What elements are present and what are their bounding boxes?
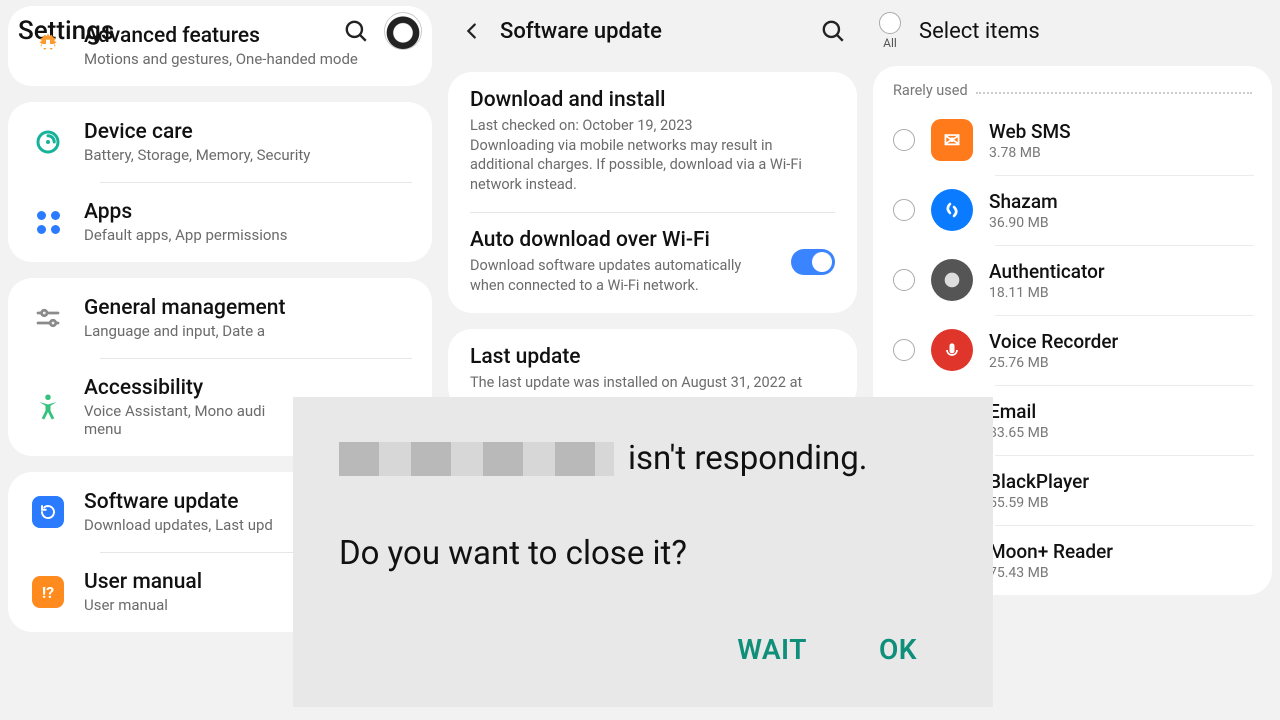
auto-download-toggle[interactable] (791, 249, 835, 275)
app-row[interactable]: Shazam 36.90 MB (877, 175, 1268, 245)
app-name: BlackPlayer (989, 470, 1252, 493)
apps-icon (30, 204, 66, 240)
app-size: 25.76 MB (989, 355, 1252, 371)
app-icon (931, 259, 973, 301)
row-sub: Motions and gestures, One-handed mode (84, 50, 410, 68)
gear-plus-icon (30, 28, 66, 64)
accessibility-icon (30, 389, 66, 425)
update-icon (30, 494, 66, 530)
app-not-responding-dialog: isn't responding. Do you want to close i… (293, 397, 993, 707)
select-checkbox[interactable] (893, 199, 915, 221)
app-name: Email (989, 400, 1252, 423)
manual-icon: !? (30, 574, 66, 610)
app-name: Shazam (989, 190, 1252, 213)
settings-item-apps[interactable]: Apps Default apps, App permissions (8, 182, 432, 262)
sliders-icon (30, 300, 66, 336)
select-checkbox[interactable] (893, 339, 915, 361)
app-size: 3.78 MB (989, 145, 1252, 161)
settings-item-general-management[interactable]: General management Language and input, D… (8, 278, 432, 358)
app-icon: ✉ (931, 119, 973, 161)
app-name: Authenticator (989, 260, 1252, 283)
select-items-header: All Select items (865, 0, 1280, 62)
auto-download-item[interactable]: Auto download over Wi-Fi Download softwa… (448, 212, 857, 313)
redacted-app-name (339, 442, 614, 476)
download-install-item[interactable]: Download and install Last checked on: Oc… (448, 72, 857, 212)
software-update-title: Software update (500, 19, 805, 44)
dialog-question: Do you want to close it? (339, 534, 947, 573)
app-size: 83.65 MB (989, 425, 1252, 441)
app-size: 55.59 MB (989, 495, 1252, 511)
select-checkbox[interactable] (893, 129, 915, 151)
ok-button[interactable]: OK (879, 633, 917, 666)
app-size: 75.43 MB (989, 565, 1252, 581)
dialog-message-suffix: isn't responding. (628, 439, 867, 478)
device-care-icon (30, 124, 66, 160)
settings-item-advanced-features[interactable]: Advanced features Motions and gestures, … (8, 6, 432, 86)
select-checkbox[interactable] (893, 269, 915, 291)
search-icon[interactable] (819, 17, 847, 45)
wait-button[interactable]: WAIT (737, 633, 807, 666)
app-size: 36.90 MB (989, 215, 1252, 231)
app-size: 18.11 MB (989, 285, 1252, 301)
select-items-title: Select items (919, 19, 1040, 44)
app-name: Web SMS (989, 120, 1252, 143)
select-all-checkbox[interactable]: All (879, 12, 901, 50)
app-name: Moon+ Reader (989, 540, 1252, 563)
settings-item-device-care[interactable]: Device care Battery, Storage, Memory, Se… (8, 102, 432, 182)
app-name: Voice Recorder (989, 330, 1252, 353)
software-update-header: Software update (440, 0, 865, 62)
app-row[interactable]: Authenticator 18.11 MB (877, 245, 1268, 315)
app-icon (931, 329, 973, 371)
app-row[interactable]: ✉ Web SMS 3.78 MB (877, 105, 1268, 175)
app-icon (931, 189, 973, 231)
back-icon[interactable] (458, 17, 486, 45)
row-title: Advanced features (84, 24, 410, 48)
section-rarely-used: Rarely used (877, 72, 1268, 105)
app-row[interactable]: Voice Recorder 25.76 MB (877, 315, 1268, 385)
